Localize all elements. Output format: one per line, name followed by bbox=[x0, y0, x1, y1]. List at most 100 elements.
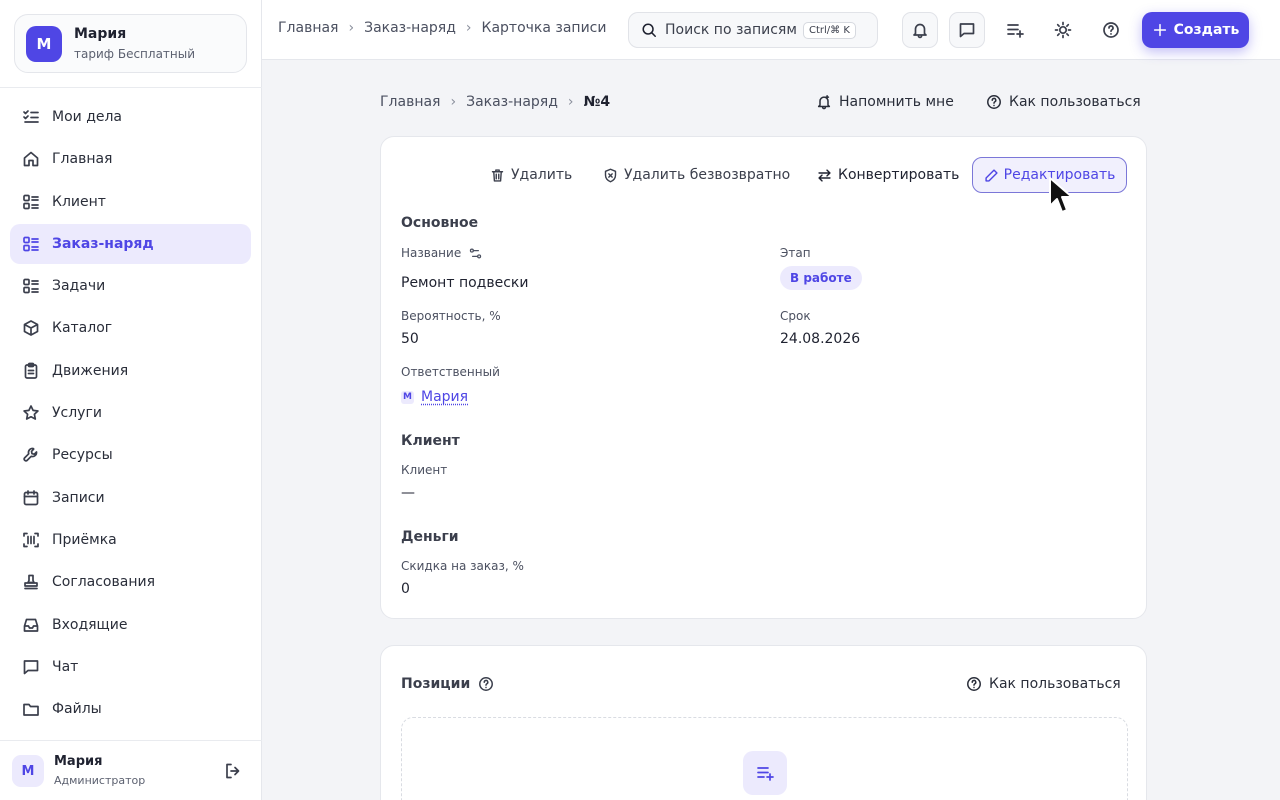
chevron-right-icon: › bbox=[568, 94, 574, 110]
sidebar-item-approvals[interactable]: Согласования bbox=[10, 562, 251, 602]
user-name: Мария bbox=[54, 754, 102, 769]
probability-value: 50 bbox=[401, 331, 419, 347]
add-position-button[interactable] bbox=[743, 751, 787, 795]
user-role: Администратор bbox=[54, 774, 145, 787]
breadcrumb-work-order[interactable]: Заказ-наряд bbox=[466, 94, 558, 110]
wrench-icon bbox=[22, 446, 40, 464]
sidebar-item-home[interactable]: Главная bbox=[10, 139, 251, 179]
search-box[interactable]: Ctrl/⌘ K bbox=[628, 12, 878, 48]
topbar: Главная › Заказ-наряд › Карточка записи … bbox=[262, 0, 1280, 60]
discount-value: 0 bbox=[401, 581, 410, 597]
create-button[interactable]: Создать bbox=[1142, 12, 1249, 48]
sidebar-item-label: Чат bbox=[52, 659, 78, 675]
help-icon bbox=[986, 94, 1002, 110]
responsible-name[interactable]: Мария bbox=[421, 389, 468, 405]
swap-icon bbox=[817, 168, 832, 183]
sidebar-item-chat[interactable]: Чат bbox=[10, 647, 251, 687]
notifications-button[interactable] bbox=[902, 12, 938, 48]
convert-label: Конвертировать bbox=[838, 167, 959, 183]
theme-toggle[interactable] bbox=[1045, 12, 1081, 48]
sidebar-item-label: Ресурсы bbox=[52, 447, 113, 463]
avatar[interactable]: М bbox=[12, 755, 44, 787]
page-breadcrumb: Главная › Заказ-наряд › №4 bbox=[380, 94, 610, 110]
breadcrumb-home[interactable]: Главная bbox=[278, 20, 338, 36]
how-to-use-button[interactable]: Как пользоваться bbox=[986, 92, 1141, 112]
discount-label: Скидка на заказ, % bbox=[401, 559, 524, 573]
chevron-right-icon: › bbox=[466, 20, 472, 36]
search-input[interactable] bbox=[665, 22, 797, 38]
sidebar-item-services[interactable]: Услуги bbox=[10, 393, 251, 433]
task-list-button[interactable] bbox=[997, 12, 1033, 48]
positions-empty-state bbox=[401, 717, 1128, 800]
name-label-text: Название bbox=[401, 246, 461, 260]
sidebar-item-label: Услуги bbox=[52, 405, 102, 421]
client-label: Клиент bbox=[401, 463, 447, 477]
search-icon bbox=[641, 22, 657, 38]
delete-forever-label: Удалить безвозвратно bbox=[624, 167, 790, 183]
home-icon bbox=[22, 150, 40, 168]
help-icon bbox=[1102, 21, 1120, 39]
sidebar-item-appointments[interactable]: Записи bbox=[10, 478, 251, 518]
how-to-use-label: Как пользоваться bbox=[1009, 94, 1141, 110]
probability-label: Вероятность, % bbox=[401, 309, 501, 323]
help-icon[interactable] bbox=[478, 676, 494, 692]
sidebar-item-files[interactable]: Файлы bbox=[10, 689, 251, 729]
sidebar-item-label: Каталог bbox=[52, 320, 112, 336]
sidebar-item-inbox[interactable]: Входящие bbox=[10, 605, 251, 645]
chat-icon bbox=[22, 658, 40, 676]
bell-icon bbox=[911, 21, 929, 39]
convert-button[interactable]: Конвертировать bbox=[817, 157, 959, 193]
sidebar-item-catalog[interactable]: Каталог bbox=[10, 308, 251, 348]
clipboard-icon bbox=[22, 362, 40, 380]
sidebar-item-tasks[interactable]: Задачи bbox=[10, 266, 251, 306]
sidebar-item-movements[interactable]: Движения bbox=[10, 351, 251, 391]
logout-icon[interactable] bbox=[224, 762, 242, 780]
breadcrumb-home[interactable]: Главная bbox=[380, 94, 440, 110]
mouse-cursor-icon bbox=[1048, 176, 1074, 216]
delete-forever-button[interactable]: Удалить безвозвратно bbox=[603, 157, 790, 193]
positions-title-text: Позиции bbox=[401, 676, 470, 692]
sidebar-item-receiving[interactable]: Приёмка bbox=[10, 520, 251, 560]
avatar: М bbox=[401, 391, 414, 404]
delete-button[interactable]: Удалить bbox=[490, 157, 572, 193]
remind-me-button[interactable]: Напомнить мне bbox=[816, 92, 954, 112]
list-icon bbox=[22, 193, 40, 211]
help-button[interactable] bbox=[1093, 12, 1129, 48]
positions-title: Позиции bbox=[401, 676, 494, 692]
sidebar-item-label: Мои дела bbox=[52, 109, 122, 125]
responsible-user[interactable]: М Мария bbox=[401, 389, 468, 405]
positions-card: Позиции Как пользоваться bbox=[380, 645, 1147, 800]
account-plan: тариф Бесплатный bbox=[74, 47, 195, 61]
shield-x-icon bbox=[603, 168, 618, 183]
sidebar-item-label: Задачи bbox=[52, 278, 105, 294]
chat-icon bbox=[958, 21, 976, 39]
positions-how-to-use-button[interactable]: Как пользоваться bbox=[966, 674, 1121, 694]
section-main-title: Основное bbox=[401, 215, 478, 231]
status-badge: В работе bbox=[780, 266, 862, 290]
bell-plus-icon bbox=[816, 94, 832, 110]
folder-icon bbox=[22, 700, 40, 718]
sidebar-item-label: Клиент bbox=[52, 194, 106, 210]
breadcrumb-current: Карточка записи bbox=[482, 20, 607, 36]
sidebar-item-resources[interactable]: Ресурсы bbox=[10, 435, 251, 475]
sidebar-item-client[interactable]: Клиент bbox=[10, 182, 251, 222]
sidebar-item-label: Главная bbox=[52, 151, 112, 167]
messages-button[interactable] bbox=[949, 12, 985, 48]
sidebar-item-label: Приёмка bbox=[52, 532, 117, 548]
connection-icon[interactable] bbox=[469, 247, 482, 260]
sidebar-item-my-tasks[interactable]: Мои дела bbox=[10, 97, 251, 137]
sidebar-nav: Мои дела Главная Клиент Заказ-наряд Зада… bbox=[10, 97, 251, 731]
list-icon bbox=[22, 235, 40, 253]
breadcrumb-work-order[interactable]: Заказ-наряд bbox=[364, 20, 456, 36]
sidebar-item-label: Заказ-наряд bbox=[52, 236, 154, 252]
account-switcher[interactable]: М Мария тариф Бесплатный bbox=[14, 14, 247, 73]
box-icon bbox=[22, 319, 40, 337]
stage-label: Этап bbox=[780, 246, 811, 260]
responsible-label: Ответственный bbox=[401, 365, 500, 379]
record-card: Удалить Удалить безвозвратно Конвертиров… bbox=[380, 136, 1147, 619]
list-add-icon bbox=[1006, 21, 1024, 39]
deadline-label: Срок bbox=[780, 309, 811, 323]
help-icon bbox=[966, 676, 982, 692]
inbox-icon bbox=[22, 616, 40, 634]
sidebar-item-work-order[interactable]: Заказ-наряд bbox=[10, 224, 251, 264]
